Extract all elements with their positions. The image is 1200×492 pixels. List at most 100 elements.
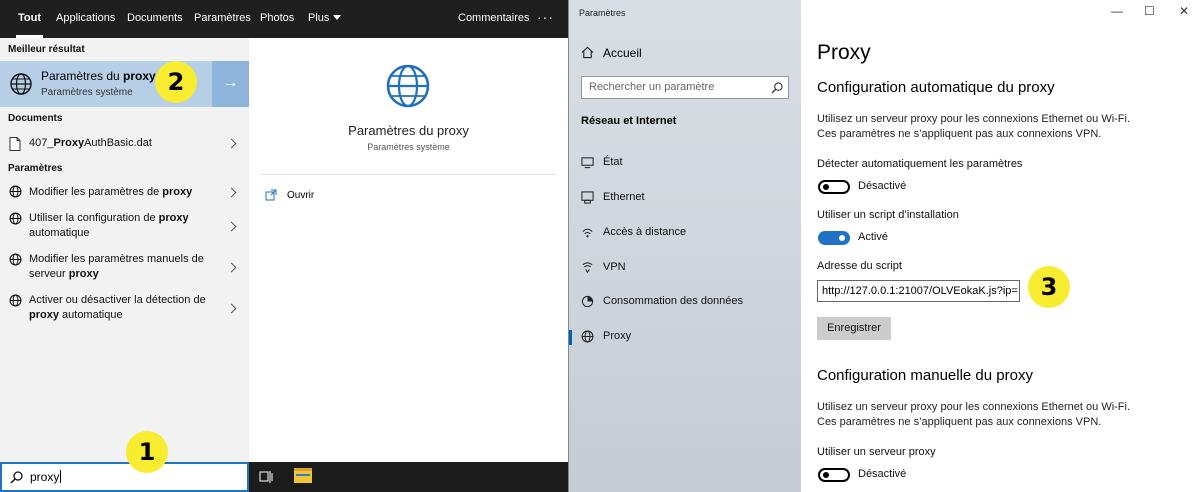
sidebar-item-label: VPN: [603, 261, 626, 273]
step-marker-1: 1: [126, 431, 168, 473]
script-address-label: Adresse du script: [817, 260, 902, 272]
tab-documents[interactable]: Documents: [127, 0, 183, 38]
settings-result-item[interactable]: Modifier les paramètres de proxy: [0, 183, 249, 205]
auto-config-title: Configuration automatique du proxy: [817, 79, 1055, 96]
script-address-input[interactable]: http://127.0.0.1:21007/OLVEokaK.js?ip=: [817, 280, 1020, 302]
tab-settings[interactable]: Paramètres: [194, 0, 251, 38]
sidebar-item-status[interactable]: État: [569, 151, 801, 175]
sidebar-item-dial-up[interactable]: Accès à distance: [569, 221, 801, 245]
task-view-icon[interactable]: [259, 470, 273, 484]
sidebar-item-label: Accès à distance: [603, 226, 687, 238]
settings-result-label: Activer ou désactiver la détection de pr…: [29, 294, 206, 321]
sidebar-item-proxy[interactable]: Proxy: [569, 325, 801, 349]
dial-up-icon: [582, 228, 593, 238]
best-match-header: Meilleur résultat: [8, 44, 85, 55]
best-match-subtitle: Paramètres système: [41, 87, 133, 98]
result-preview-pane: Paramètres du proxy Paramètres système O…: [249, 38, 568, 462]
manual-config-description: Utilisez un serveur proxy pour les conne…: [817, 401, 1131, 428]
settings-result-item[interactable]: Utiliser la configuration de proxy autom…: [0, 210, 249, 244]
close-button[interactable]: ✕: [1179, 4, 1189, 18]
step-marker-2: 2: [155, 61, 197, 103]
tab-more-label: Plus: [308, 12, 330, 24]
chevron-right-icon: [226, 138, 237, 149]
status-icon: [581, 157, 594, 169]
preview-title: Paramètres du proxy: [348, 123, 469, 138]
chevron-right-icon: [226, 221, 237, 232]
globe-icon: [10, 73, 32, 95]
feedback-link[interactable]: Commentaires: [458, 0, 530, 38]
caret-down-icon: [333, 15, 342, 20]
settings-sidebar: Paramètres Accueil Rechercher un paramèt…: [569, 0, 801, 492]
taskbar: [249, 462, 568, 492]
open-external-icon: [265, 189, 277, 201]
settings-header: Paramètres: [8, 163, 63, 174]
search-icon: [10, 471, 23, 484]
settings-result-item[interactable]: Activer ou désactiver la détection de pr…: [0, 292, 249, 326]
globe-icon: [9, 253, 22, 266]
toggle-state-label: Désactivé: [858, 180, 907, 192]
tab-all[interactable]: Tout: [15, 0, 44, 38]
preview-subtitle: Paramètres système: [367, 142, 450, 152]
chevron-right-icon: [226, 262, 237, 273]
open-action-button[interactable]: Ouvrir: [287, 190, 314, 201]
settings-content: — ☐ ✕ Proxy Configuration automatique du…: [801, 0, 1200, 492]
sidebar-item-ethernet[interactable]: Ethernet: [569, 186, 801, 210]
manual-config-title: Configuration manuelle du proxy: [817, 367, 1033, 384]
detect-settings-toggle[interactable]: [818, 180, 850, 194]
settings-result-item[interactable]: Modifier les paramètres manuels de serve…: [0, 251, 249, 285]
sidebar-item-vpn[interactable]: VPN: [569, 256, 801, 280]
settings-result-label: Utiliser la configuration de proxy autom…: [29, 212, 189, 239]
documents-header: Documents: [8, 113, 63, 124]
window-title: Paramètres: [579, 8, 626, 18]
sidebar-item-label: Consommation des données: [603, 295, 744, 307]
search-icon: [771, 82, 783, 94]
arrow-right-icon: →: [222, 74, 239, 91]
toggle-state-label: Activé: [858, 231, 888, 243]
chevron-right-icon: [226, 187, 237, 198]
best-match-item[interactable]: Paramètres du proxy Paramètres système →: [0, 61, 249, 107]
settings-search-input[interactable]: Rechercher un paramètre: [581, 76, 789, 99]
open-arrow-button[interactable]: →: [212, 61, 249, 107]
file-explorer-icon[interactable]: [294, 468, 312, 483]
tab-apps[interactable]: Applications: [56, 0, 115, 38]
search-input[interactable]: proxy: [0, 462, 249, 492]
best-match-title: Paramètres du proxy: [41, 69, 156, 83]
globe-icon: [9, 185, 22, 198]
search-tabs-bar: Tout Applications Documents Paramètres P…: [0, 0, 568, 38]
home-icon: [581, 46, 594, 59]
page-title: Proxy: [817, 41, 871, 64]
document-result-item[interactable]: 407_ProxyAuthBasic.dat: [0, 134, 249, 156]
sidebar-section-title: Réseau et Internet: [581, 115, 677, 127]
search-results-list: Meilleur résultat Paramètres du proxy Pa…: [0, 38, 249, 462]
active-indicator: [569, 330, 572, 345]
globe-icon: [9, 294, 22, 307]
settings-window: Paramètres Accueil Rechercher un paramèt…: [568, 0, 1200, 492]
save-button[interactable]: Enregistrer: [817, 317, 891, 340]
minimize-button[interactable]: —: [1111, 4, 1123, 18]
divider: [261, 174, 556, 175]
setup-script-toggle[interactable]: [818, 231, 850, 245]
search-query-text: proxy: [30, 470, 60, 484]
ethernet-icon: [581, 191, 594, 204]
sidebar-item-home[interactable]: Accueil: [569, 42, 801, 64]
start-search-panel: Tout Applications Documents Paramètres P…: [0, 0, 568, 492]
toggle-state-label: Désactivé: [858, 468, 907, 480]
use-proxy-toggle[interactable]: [818, 468, 850, 482]
tab-photos[interactable]: Photos: [260, 0, 294, 38]
chevron-right-icon: [226, 303, 237, 314]
maximize-button[interactable]: ☐: [1144, 4, 1155, 18]
sidebar-item-data-usage[interactable]: Consommation des données: [569, 290, 801, 314]
auto-config-description: Utilisez un serveur proxy pour les conne…: [817, 113, 1131, 140]
document-result-label: 407_ProxyAuthBasic.dat: [29, 137, 152, 149]
more-options-icon[interactable]: ···: [537, 0, 554, 38]
detect-settings-label: Détecter automatiquement les paramètres: [817, 158, 1023, 170]
globe-icon: [9, 212, 22, 225]
globe-icon: [581, 330, 594, 343]
sidebar-item-label: État: [603, 156, 623, 168]
sidebar-item-label: Ethernet: [603, 191, 645, 203]
tab-more[interactable]: Plus: [308, 0, 342, 38]
sidebar-item-label: Proxy: [603, 330, 632, 342]
setup-script-label: Utiliser un script d’installation: [817, 209, 959, 221]
sidebar-item-label: Accueil: [603, 46, 642, 60]
vpn-icon: [582, 262, 593, 274]
